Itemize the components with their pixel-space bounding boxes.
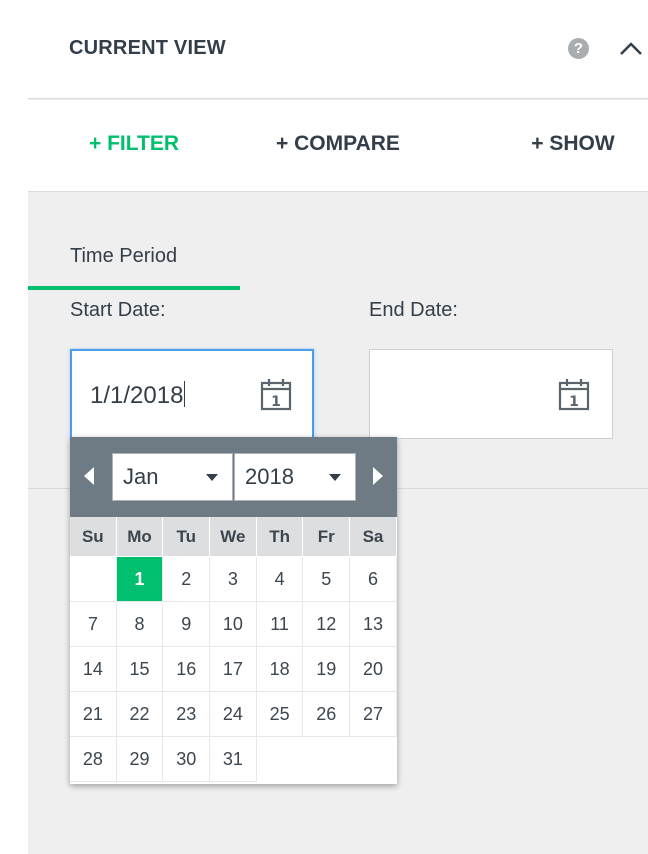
time-period-label: Time Period (70, 245, 178, 267)
weekday-label: Mo (116, 517, 164, 557)
svg-text:1: 1 (569, 394, 579, 410)
caret-down-icon (329, 474, 341, 481)
year-select[interactable]: 2018 (234, 453, 356, 501)
weekday-label: Th (256, 517, 304, 557)
day-cell[interactable]: 19 (303, 647, 351, 692)
empty-day-cell (256, 737, 304, 782)
weekday-header-row: Su Mo Tu We Th Fr Sa (70, 517, 397, 557)
month-select[interactable]: Jan (112, 453, 233, 501)
day-cell[interactable]: 7 (70, 602, 117, 647)
week-row: 7 8 9 10 11 12 13 (70, 602, 397, 647)
week-row: 28 29 30 31 (70, 737, 397, 782)
day-cell[interactable]: 29 (116, 737, 164, 782)
day-cell[interactable]: 3 (210, 557, 257, 602)
calendar-icon[interactable]: 1 (258, 376, 294, 412)
tab-bar: + FILTER + COMPARE + SHOW (28, 100, 648, 290)
start-date-label: Start Date: (70, 299, 166, 321)
day-cell[interactable]: 13 (350, 602, 397, 647)
day-cell-selected[interactable]: 1 (116, 557, 164, 602)
current-view-panel: CURRENT VIEW ? + FILTER + COMPARE + SHOW… (28, 0, 648, 854)
day-cell[interactable]: 6 (350, 557, 397, 602)
active-tab-indicator (28, 286, 240, 290)
day-cell[interactable]: 20 (350, 647, 397, 692)
empty-day-cell (70, 557, 117, 602)
day-cell[interactable]: 22 (116, 692, 164, 737)
day-cell[interactable]: 28 (70, 737, 117, 782)
prev-month-icon[interactable] (82, 465, 96, 487)
day-cell[interactable]: 21 (70, 692, 117, 737)
day-cell[interactable]: 16 (163, 647, 211, 692)
end-date-input[interactable]: 1 (369, 349, 613, 439)
day-cell[interactable]: 23 (163, 692, 211, 737)
day-cell[interactable]: 30 (163, 737, 211, 782)
day-cell[interactable]: 15 (116, 647, 164, 692)
week-row: 21 22 23 24 25 26 27 (70, 692, 397, 737)
question-icon[interactable]: ? (568, 38, 589, 59)
day-cell[interactable]: 18 (256, 647, 304, 692)
day-cell[interactable]: 14 (70, 647, 117, 692)
day-cell[interactable]: 9 (163, 602, 211, 647)
calendar-icon[interactable]: 1 (556, 376, 592, 412)
day-cell[interactable]: 26 (303, 692, 351, 737)
day-cell[interactable]: 17 (210, 647, 257, 692)
datepicker-header: Jan 2018 (70, 437, 397, 517)
weekday-label: Tu (163, 517, 211, 557)
caret-down-icon (206, 474, 218, 481)
weekday-label: Sa (350, 517, 397, 557)
year-select-value: 2018 (245, 464, 294, 489)
day-cell[interactable]: 12 (303, 602, 351, 647)
day-cell[interactable]: 11 (256, 602, 304, 647)
day-cell[interactable]: 4 (256, 557, 304, 602)
week-row: 1 2 3 4 5 6 (70, 557, 397, 602)
weekday-label: Su (70, 517, 117, 557)
next-month-icon[interactable] (371, 465, 385, 487)
day-cell[interactable]: 10 (210, 602, 257, 647)
tab-compare[interactable]: + COMPARE (240, 100, 436, 192)
svg-text:1: 1 (271, 394, 281, 410)
datepicker-popup: Jan 2018 Su Mo Tu We Th Fr Sa 1 2 3 4 5 … (70, 437, 397, 784)
day-cell[interactable]: 2 (163, 557, 211, 602)
day-cell[interactable]: 25 (256, 692, 304, 737)
panel-header: CURRENT VIEW ? (28, 0, 648, 99)
month-select-value: Jan (123, 464, 159, 489)
text-cursor (184, 381, 186, 407)
week-row: 14 15 16 17 18 19 20 (70, 647, 397, 692)
weekday-label: We (210, 517, 257, 557)
day-cell[interactable]: 5 (303, 557, 351, 602)
day-cell[interactable]: 27 (350, 692, 397, 737)
calendar-grid: Su Mo Tu We Th Fr Sa 1 2 3 4 5 6 7 8 9 1… (70, 517, 397, 782)
tab-show[interactable]: + SHOW (498, 100, 648, 192)
chevron-up-icon[interactable] (618, 38, 644, 58)
panel-title: CURRENT VIEW (69, 37, 226, 59)
day-cell[interactable]: 24 (210, 692, 257, 737)
end-date-label: End Date: (369, 299, 458, 321)
start-date-value[interactable]: 1/1/2018 (90, 381, 186, 410)
tab-filter[interactable]: + FILTER (28, 100, 240, 192)
start-date-input[interactable]: 1/1/2018 1 (70, 349, 314, 439)
day-cell[interactable]: 31 (210, 737, 257, 782)
empty-day-cell (303, 737, 351, 782)
empty-day-cell (350, 737, 397, 782)
weekday-label: Fr (303, 517, 351, 557)
day-cell[interactable]: 8 (116, 602, 164, 647)
